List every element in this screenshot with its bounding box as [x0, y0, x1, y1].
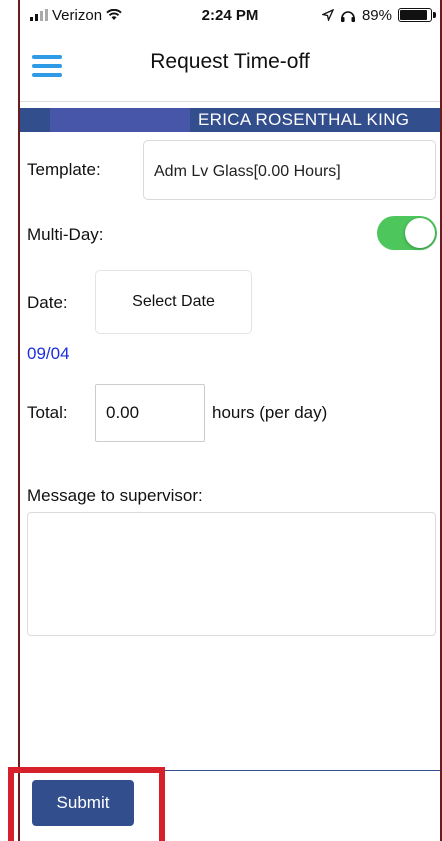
date-label: Date: — [27, 293, 68, 312]
employee-name-bar: ERICA ROSENTHAL KING — [20, 108, 440, 132]
battery-icon — [398, 8, 436, 22]
name-bar-accent — [50, 108, 190, 132]
multi-day-toggle[interactable] — [377, 216, 437, 250]
highlight-annotation — [8, 767, 165, 841]
message-textarea[interactable] — [27, 512, 436, 636]
battery-percent: 89% — [361, 6, 392, 24]
template-label: Template: — [27, 160, 101, 179]
header: Request Time-off — [20, 32, 440, 102]
hours-per-day-label: hours (per day) — [212, 403, 328, 422]
toggle-knob — [405, 218, 435, 248]
selected-date-value: 09/04 — [27, 344, 70, 363]
location-arrow-icon — [321, 9, 334, 21]
select-date-button[interactable]: Select Date — [95, 270, 252, 334]
status-right: 89% — [321, 6, 436, 24]
total-hours-input[interactable]: 0.00 — [95, 384, 205, 442]
page-title: Request Time-off — [150, 50, 310, 73]
employee-name: ERICA ROSENTHAL KING — [198, 110, 410, 129]
multi-day-label: Multi-Day: — [27, 225, 104, 244]
headphones-icon — [340, 10, 355, 22]
status-bar: Verizon 2:24 PM 89% — [20, 0, 440, 30]
total-label: Total: — [27, 403, 68, 422]
template-select[interactable]: Adm Lv Glass[0.00 Hours] — [143, 140, 436, 200]
message-label: Message to supervisor: — [27, 486, 203, 505]
